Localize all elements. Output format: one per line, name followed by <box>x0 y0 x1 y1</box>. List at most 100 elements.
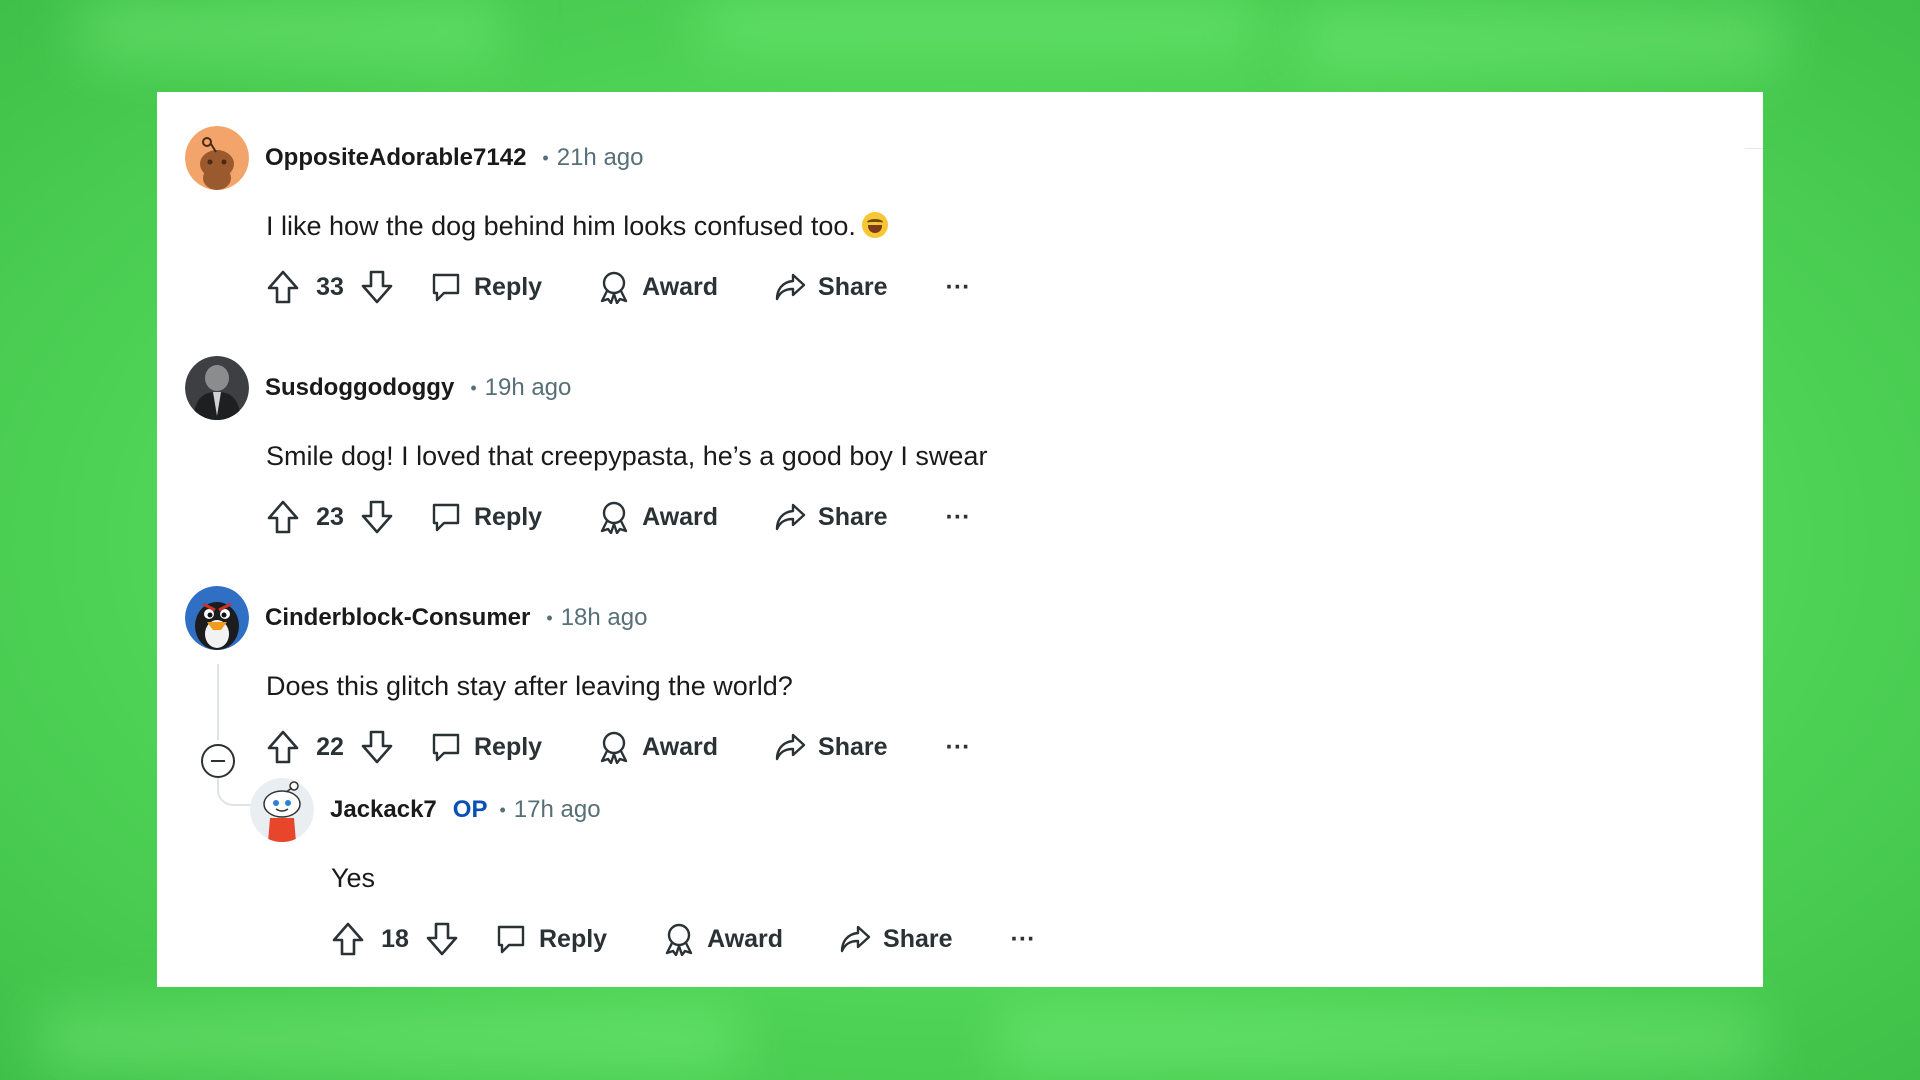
reply-button[interactable]: Reply <box>495 923 607 955</box>
share-icon <box>775 273 806 301</box>
comment-header: Cinderblock-Consumer • 18h ago <box>185 586 1285 650</box>
upvote-button[interactable] <box>331 921 365 957</box>
op-badge: OP <box>452 796 488 823</box>
award-label: Award <box>642 732 719 761</box>
upvote-icon <box>332 922 364 956</box>
reply-button[interactable]: Reply <box>430 271 542 303</box>
award-icon <box>600 271 628 304</box>
downvote-icon <box>361 270 393 304</box>
downvote-button[interactable] <box>425 921 459 957</box>
reply-label: Reply <box>539 924 608 953</box>
comment-actions: 18 Reply Award Share ··· <box>331 919 1350 959</box>
avatar[interactable] <box>250 778 314 842</box>
award-button[interactable]: Award <box>663 922 783 956</box>
penguin-avatar-icon <box>185 586 249 650</box>
downvote-button[interactable] <box>360 499 394 535</box>
comment: Cinderblock-Consumer • 18h ago Does this… <box>185 586 1285 767</box>
comment-actions: 23 Reply Award Share ··· <box>266 497 1285 537</box>
vote-count: 33 <box>316 272 344 301</box>
share-button[interactable]: Share <box>839 924 953 954</box>
share-button[interactable]: Share <box>774 272 888 302</box>
background-streak <box>700 0 1260 50</box>
share-label: Share <box>818 272 888 301</box>
award-icon <box>600 501 628 534</box>
comment-body: I like how the dog behind him looks conf… <box>266 208 1285 244</box>
avatar[interactable] <box>185 126 249 190</box>
upvote-button[interactable] <box>266 729 300 765</box>
avatar[interactable] <box>185 586 249 650</box>
downvote-button[interactable] <box>360 729 394 765</box>
upvote-icon <box>267 730 299 764</box>
comment-bubble-icon <box>497 925 525 954</box>
comment-actions: 33 Reply Award Share ··· <box>266 267 1285 307</box>
share-icon <box>840 925 871 953</box>
comment-bubble-icon <box>432 733 460 762</box>
timestamp[interactable]: 18h ago <box>561 604 648 632</box>
award-label: Award <box>707 924 784 953</box>
upvote-button[interactable] <box>266 269 300 305</box>
comment-reply: Jackack7 OP • 17h ago Yes 18 Reply Award <box>250 778 1350 959</box>
vote-count: 23 <box>316 502 344 531</box>
snoo-avatar-icon <box>250 778 314 842</box>
comment-bubble-icon <box>432 503 460 532</box>
reply-label: Reply <box>474 272 543 301</box>
background-streak <box>80 0 500 60</box>
comment-bubble-icon <box>432 273 460 302</box>
more-options-icon: ··· <box>945 502 971 531</box>
reply-button[interactable]: Reply <box>430 731 542 763</box>
vote-count: 18 <box>381 924 409 953</box>
minus-icon <box>211 760 225 762</box>
username[interactable]: OppositeAdorable7142 <box>265 144 526 172</box>
share-button[interactable]: Share <box>774 732 888 762</box>
share-label: Share <box>818 732 888 761</box>
separator-dot: • <box>542 147 549 168</box>
more-options-button[interactable]: ··· <box>946 273 971 302</box>
timestamp[interactable]: 17h ago <box>514 796 601 824</box>
avatar[interactable] <box>185 356 249 420</box>
divider <box>1745 148 1763 149</box>
award-icon <box>665 923 693 956</box>
vote-count: 22 <box>316 732 344 761</box>
downvote-icon <box>361 500 393 534</box>
share-label: Share <box>883 924 953 953</box>
comment-header: Susdoggodoggy • 19h ago <box>185 356 1285 420</box>
username[interactable]: Cinderblock-Consumer <box>265 604 530 632</box>
reply-label: Reply <box>474 502 543 531</box>
more-options-button[interactable]: ··· <box>1011 925 1036 954</box>
downvote-icon <box>426 922 458 956</box>
upvote-button[interactable] <box>266 499 300 535</box>
joy-emoji-icon <box>861 212 888 238</box>
comment-actions: 22 Reply Award Share ··· <box>266 727 1285 767</box>
downvote-icon <box>361 730 393 764</box>
timestamp[interactable]: 21h ago <box>557 144 644 172</box>
collapse-thread-button[interactable] <box>201 744 235 778</box>
comment-body: Does this glitch stay after leaving the … <box>266 671 793 701</box>
share-icon <box>775 733 806 761</box>
reply-button[interactable]: Reply <box>430 501 542 533</box>
separator-dot: • <box>499 799 506 820</box>
more-options-icon: ··· <box>945 732 971 761</box>
background-streak <box>1300 10 1780 70</box>
award-icon <box>600 731 628 764</box>
award-button[interactable]: Award <box>598 500 718 534</box>
share-label: Share <box>818 502 888 531</box>
more-options-icon: ··· <box>1010 924 1036 953</box>
more-options-icon: ··· <box>945 272 971 301</box>
award-label: Award <box>642 272 719 301</box>
upvote-icon <box>267 270 299 304</box>
comments-card: OppositeAdorable7142 • 21h ago I like ho… <box>157 92 1763 987</box>
more-options-button[interactable]: ··· <box>946 733 971 762</box>
timestamp[interactable]: 19h ago <box>485 374 572 402</box>
username[interactable]: Susdoggodoggy <box>265 374 454 402</box>
separator-dot: • <box>546 607 553 628</box>
background-streak <box>40 1010 740 1070</box>
more-options-button[interactable]: ··· <box>946 503 971 532</box>
award-button[interactable]: Award <box>598 730 718 764</box>
background-streak <box>1000 1010 1760 1070</box>
comment: OppositeAdorable7142 • 21h ago I like ho… <box>185 126 1285 307</box>
award-label: Award <box>642 502 719 531</box>
downvote-button[interactable] <box>360 269 394 305</box>
share-button[interactable]: Share <box>774 502 888 532</box>
award-button[interactable]: Award <box>598 270 718 304</box>
username[interactable]: Jackack7 <box>330 796 437 824</box>
